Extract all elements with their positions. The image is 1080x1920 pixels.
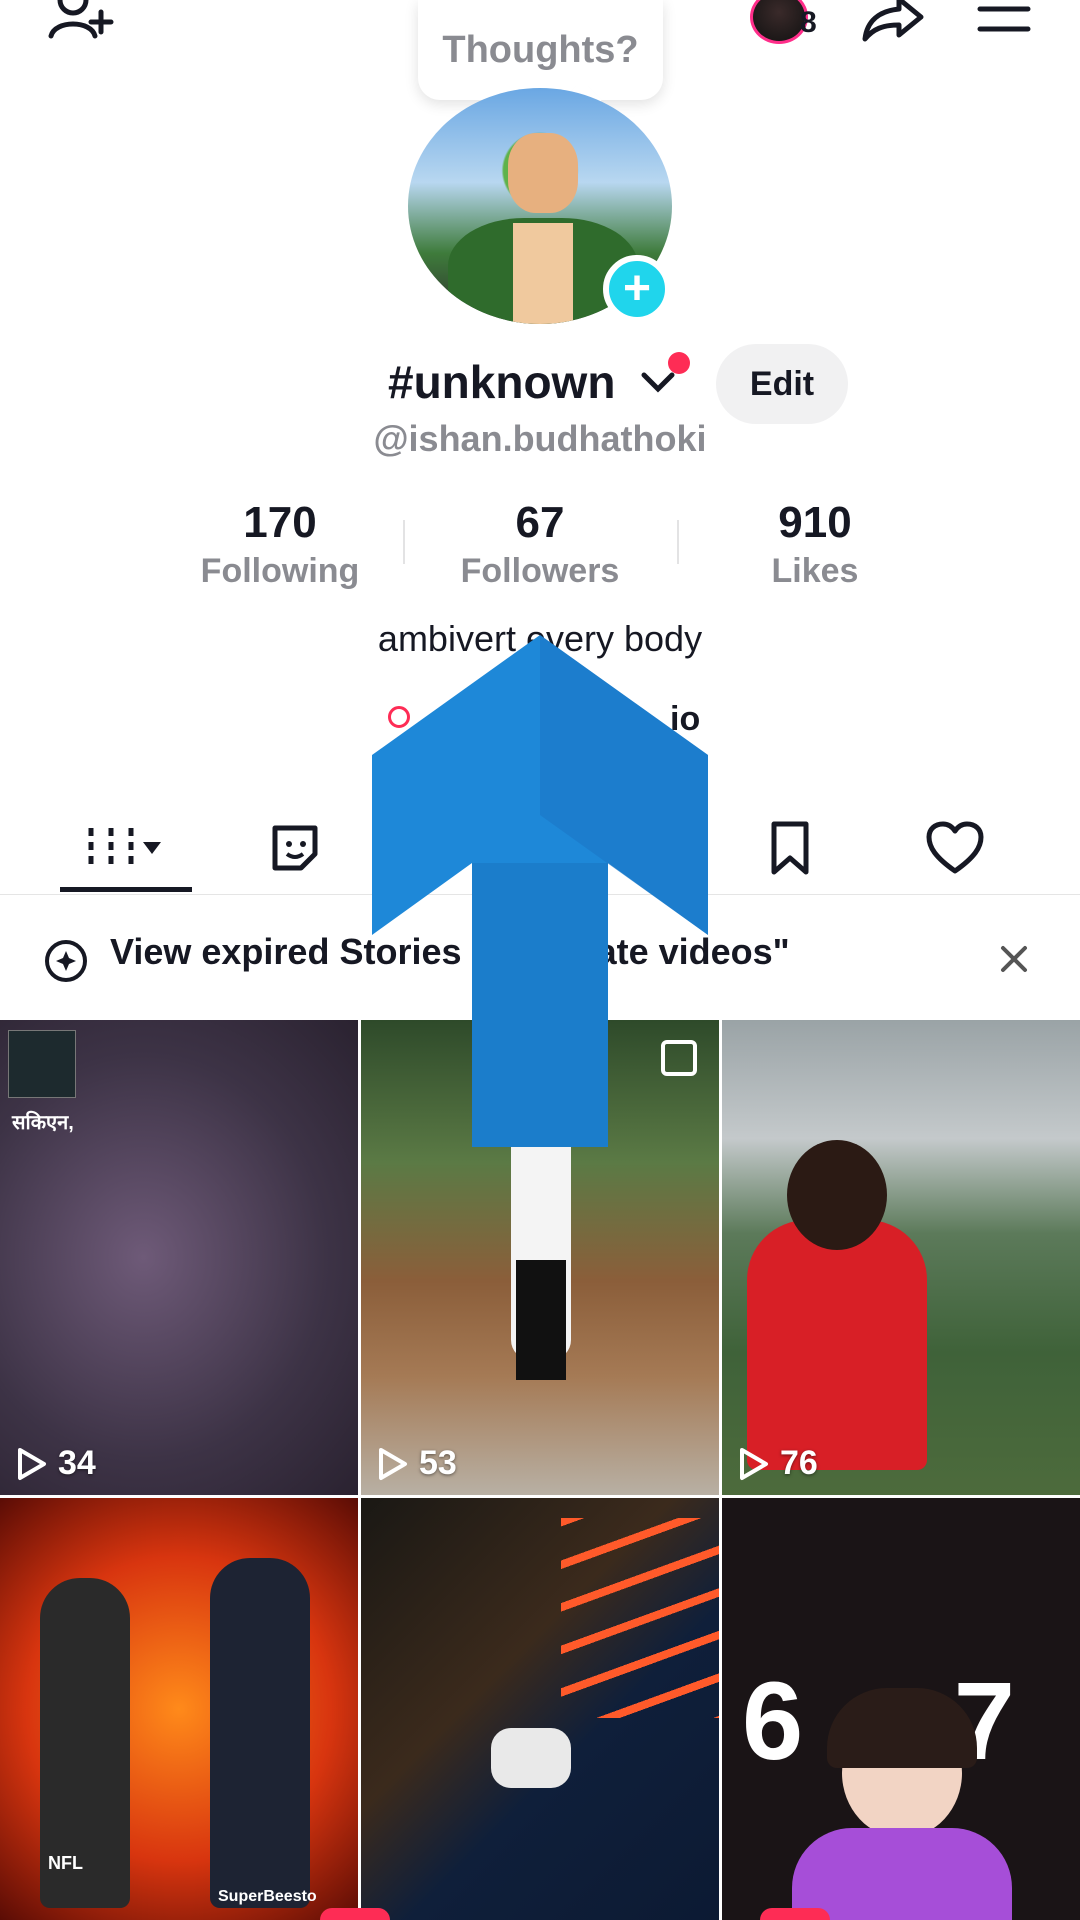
chevron-down-icon[interactable]: [640, 369, 676, 402]
view-count: 76: [738, 1444, 818, 1483]
tile-overlay-left: NFL: [48, 1853, 83, 1873]
play-icon: [18, 1447, 46, 1480]
story-plus-icon: [44, 939, 88, 988]
tile-overlay-right: SuperBeesto: [218, 1888, 317, 1905]
following-label: Following: [200, 552, 360, 590]
following-count: 170: [243, 498, 317, 547]
view-count: 34: [16, 1444, 96, 1483]
heart-icon: [926, 821, 984, 873]
thoughts-label: Thoughts?: [442, 28, 639, 71]
tab-saved[interactable]: [750, 800, 830, 895]
view-count: 53: [377, 1444, 457, 1483]
share-icon[interactable]: [858, 0, 928, 48]
tile-overlay-text: सकिएन,: [12, 1112, 74, 1134]
stat-divider: [403, 520, 405, 564]
add-story-button[interactable]: +: [603, 255, 671, 323]
add-user-icon[interactable]: [40, 0, 120, 50]
video-tile[interactable]: NFL SuperBeesto: [0, 1498, 358, 1920]
video-tile[interactable]: 6 7: [722, 1498, 1080, 1920]
bookmark-icon: [771, 821, 809, 874]
scroll-up-arrow-icon: [372, 635, 708, 1152]
video-grid: सकिएन, 34 53 76 NFL SuperBeesto 6 7: [0, 1020, 1080, 1920]
user-handle: @ishan.budhathoki: [373, 418, 707, 459]
tab-videos[interactable]: [60, 800, 192, 895]
video-tile[interactable]: 76: [722, 1020, 1080, 1495]
likes-label: Likes: [771, 552, 859, 590]
nav-badge: [320, 1908, 390, 1920]
followers-label: Followers: [460, 552, 620, 590]
nav-badge: [760, 1908, 830, 1920]
stat-divider: [677, 520, 679, 564]
notification-dot: [668, 352, 690, 374]
play-icon: [740, 1447, 768, 1480]
view-count-value: 76: [780, 1444, 818, 1482]
likes-count: 910: [778, 498, 852, 547]
close-icon[interactable]: [998, 943, 1030, 980]
followers-count: 67: [515, 498, 565, 547]
tab-liked[interactable]: [915, 800, 995, 895]
active-tab-indicator: [60, 887, 192, 892]
edit-profile-button[interactable]: Edit: [716, 344, 848, 424]
video-tile[interactable]: [361, 1498, 719, 1920]
profile-views-count: 8: [800, 6, 817, 39]
stat-following[interactable]: 170 Following: [150, 498, 410, 591]
video-tile[interactable]: सकिएन, 34: [0, 1020, 358, 1495]
view-count-value: 53: [419, 1444, 457, 1482]
display-name[interactable]: #unknown: [388, 355, 615, 409]
stat-likes[interactable]: 910 Likes: [685, 498, 945, 591]
grid-icon: [88, 827, 161, 868]
profile-stats: 170 Following 67 Followers 910 Likes: [150, 498, 930, 598]
edit-label: Edit: [749, 364, 815, 403]
view-count-value: 34: [58, 1444, 96, 1482]
thoughts-bubble[interactable]: Thoughts?: [418, 0, 663, 100]
play-icon: [379, 1447, 407, 1480]
sticker-icon: [272, 825, 318, 870]
stat-followers[interactable]: 67 Followers: [410, 498, 670, 591]
menu-icon[interactable]: [972, 0, 1036, 44]
tab-stickers[interactable]: [250, 800, 340, 895]
